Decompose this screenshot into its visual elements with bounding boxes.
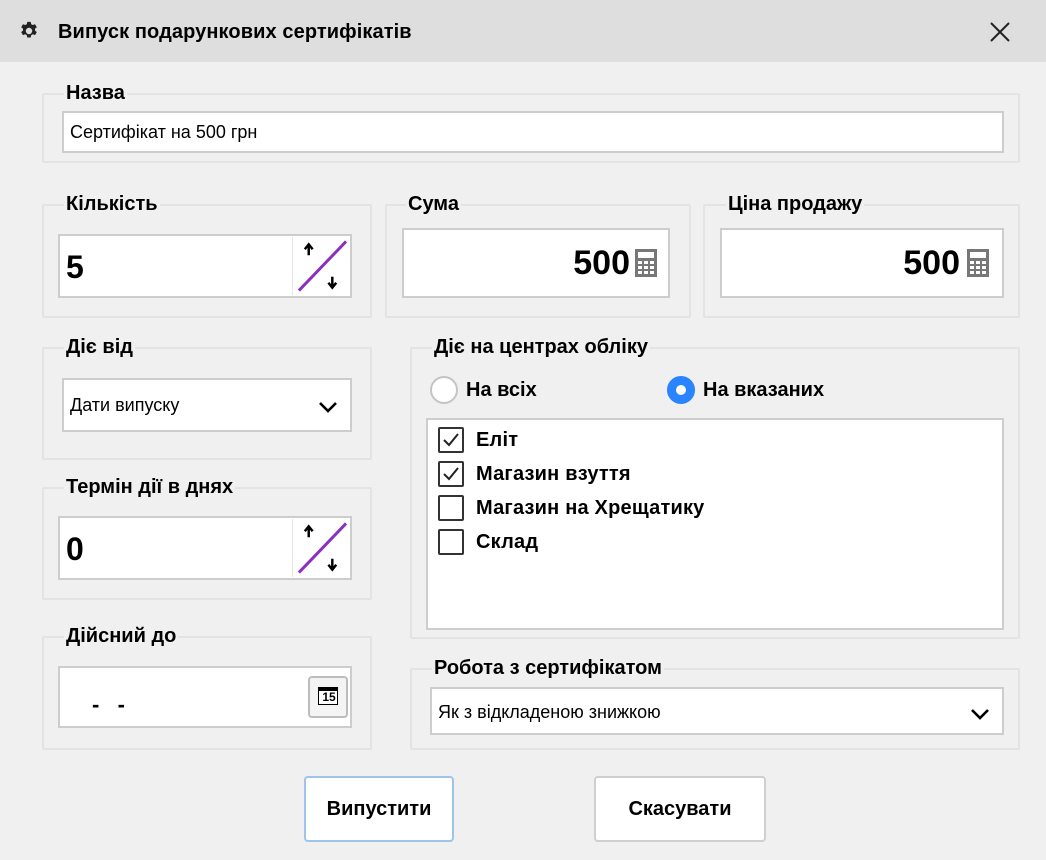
cancel-button[interactable]: Скасувати [594, 776, 766, 842]
list-item[interactable]: Склад [438, 528, 538, 556]
valid-from-label: Діє від [64, 335, 135, 359]
calculator-icon[interactable] [634, 248, 658, 278]
list-item-label: Склад [476, 530, 539, 553]
name-input[interactable]: Сертифікат на 500 грн [62, 111, 1004, 153]
sale-price-input[interactable]: 500 [720, 228, 1004, 298]
issue-button[interactable]: Випустити [304, 776, 454, 842]
duration-label: Термін дії в днях [64, 475, 236, 499]
name-label: Назва [64, 81, 127, 105]
gear-icon [21, 21, 37, 38]
radio-all-centers[interactable]: На всіх [430, 376, 537, 404]
radio-all-centers-label: На всіх [466, 378, 537, 401]
title-bar: Випуск подарункових сертифікатів [0, 0, 1046, 62]
quantity-input-value: 5 [66, 249, 84, 285]
list-item[interactable]: Магазин взуття [438, 460, 631, 488]
radio-selected-centers[interactable]: На вказаних [667, 376, 824, 404]
checkbox-unchecked[interactable] [438, 529, 464, 555]
list-item-label: Магазин взуття [476, 462, 631, 485]
radio-selected-centers-label: На вказаних [703, 378, 825, 401]
calendar-icon[interactable]: 15 [308, 676, 348, 718]
list-item-label: Еліт [476, 428, 519, 451]
close-icon[interactable] [984, 16, 1016, 48]
checkbox-unchecked[interactable] [438, 495, 464, 521]
chevron-down-icon[interactable] [318, 401, 338, 413]
list-item-label: Магазин на Хрещатику [476, 496, 705, 519]
valid-from-selected: Дати випуску [70, 395, 180, 415]
valid-until-value: - - [92, 692, 125, 717]
work-selected: Як з відкладеною знижкою [438, 702, 661, 722]
work-label: Робота з сертифікатом [432, 656, 664, 680]
work-select[interactable]: Як з відкладеною знижкою [430, 687, 1004, 735]
list-item[interactable]: Магазин на Хрещатику [438, 494, 705, 522]
chevron-down-icon[interactable] [970, 708, 990, 720]
sum-input-value: 500 [573, 244, 630, 282]
radio-selected-centers-indicator[interactable] [667, 376, 695, 404]
checkbox-checked[interactable] [438, 427, 464, 453]
centers-label: Діє на центрах обліку [432, 335, 650, 359]
duration-input-value: 0 [66, 531, 84, 567]
valid-until-label: Дійсний до [64, 624, 179, 648]
valid-until-input[interactable]: - - 15 [58, 666, 352, 728]
calendar-day: 15 [322, 690, 336, 704]
valid-from-select[interactable]: Дати випуску [62, 378, 352, 432]
checkbox-checked[interactable] [438, 461, 464, 487]
duration-input[interactable]: 0 [58, 516, 352, 580]
centers-list[interactable]: Еліт Магазин взуття Магазин на Хрещатику… [426, 418, 1004, 630]
quantity-label: Кількість [64, 192, 160, 216]
sum-input[interactable]: 500 [402, 228, 670, 298]
spinner-arrows-icon[interactable] [292, 519, 350, 577]
name-input-value: Сертифікат на 500 грн [70, 122, 258, 142]
radio-all-centers-indicator[interactable] [430, 376, 458, 404]
quantity-input[interactable]: 5 [58, 234, 352, 298]
sum-label: Сума [406, 192, 461, 216]
list-item[interactable]: Еліт [438, 426, 518, 454]
window-title: Випуск подарункових сертифікатів [58, 21, 412, 43]
sale-price-label: Ціна продажу [726, 192, 865, 216]
sale-price-input-value: 500 [903, 244, 960, 282]
spinner-arrows-icon[interactable] [292, 237, 350, 295]
calculator-icon[interactable] [966, 248, 990, 278]
